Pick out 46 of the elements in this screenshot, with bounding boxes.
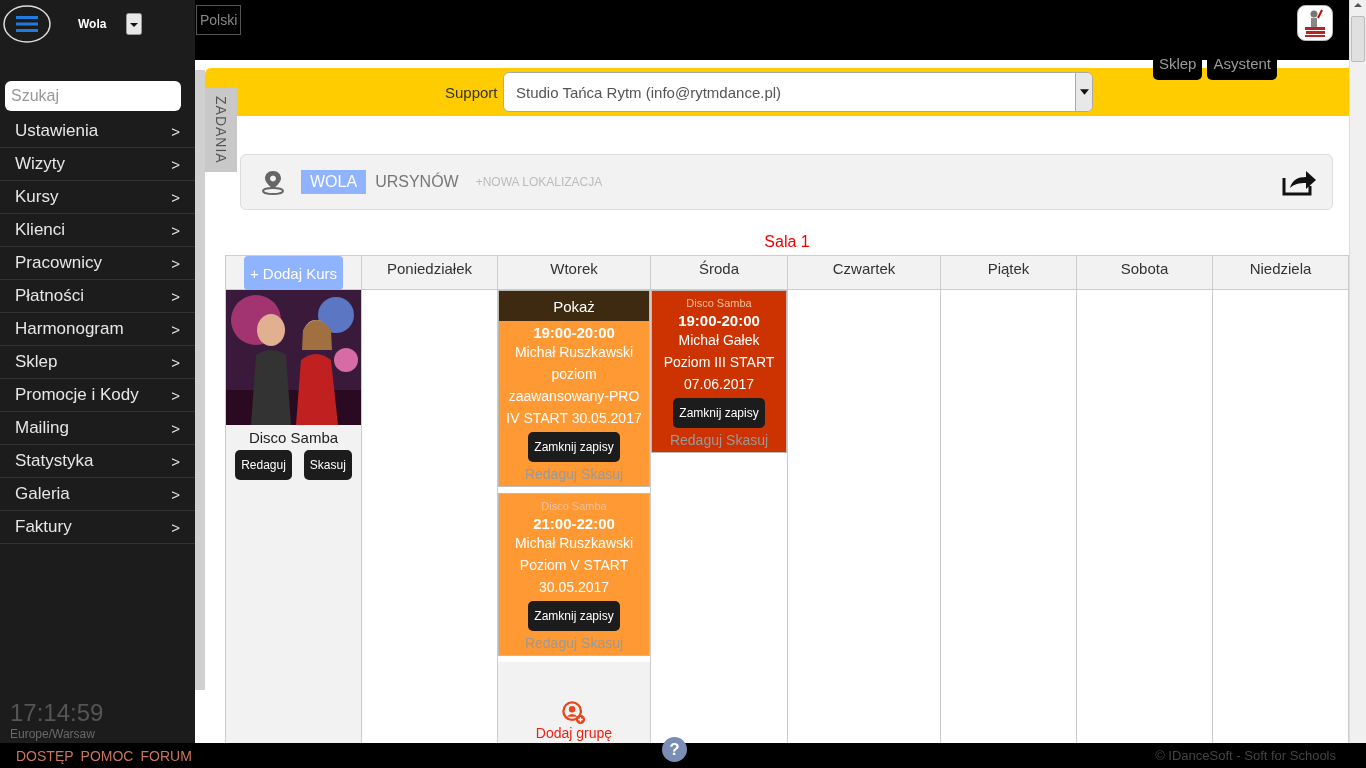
close-enrollment-button[interactable]: Zamknij zapisy: [528, 601, 620, 631]
scroll-thumb[interactable]: [1351, 16, 1365, 62]
course-button[interactable]: Redaguj: [235, 450, 292, 480]
dropdown-icon[interactable]: [126, 13, 142, 35]
logo-icon[interactable]: [1297, 5, 1333, 41]
location-pin-icon: [261, 169, 285, 195]
copyright: © IDanceSoft - Soft for Schools: [1155, 748, 1336, 763]
class-time: 21:00-22:00: [533, 515, 615, 532]
class-time: 19:00-20:00: [678, 312, 760, 329]
add-person-icon[interactable]: [562, 701, 586, 725]
footer-link[interactable]: POMOC: [80, 747, 134, 764]
support-select[interactable]: Studio Tańca Rytm (info@rytmdance.pl): [503, 72, 1093, 112]
day-header: Sobota: [1120, 260, 1169, 279]
clock: 17:14:59: [9, 699, 105, 727]
side-tab[interactable]: ZADANIA: [205, 88, 237, 172]
language-button[interactable]: Polski: [196, 5, 242, 35]
scrollbar[interactable]: [1349, 0, 1366, 743]
close-enrollment-button[interactable]: Zamknij zapisy: [528, 432, 620, 462]
class-time: 19:00-20:00: [533, 324, 615, 341]
course-name: Disco Samba: [248, 429, 339, 446]
close-enrollment-button[interactable]: Zamknij zapisy: [673, 398, 765, 428]
timezone: Europe/Warsaw: [9, 727, 96, 743]
course-button[interactable]: Skasuj: [303, 450, 352, 480]
footer-link[interactable]: FORUM: [140, 747, 192, 764]
day-header: Środa: [699, 260, 739, 279]
class-details: Michał Gałek Poziom III START 07.06.2017: [662, 331, 776, 394]
share-icon[interactable]: [1282, 168, 1318, 196]
location-name: Wola: [78, 17, 108, 31]
room-title: Sala 1: [763, 233, 811, 252]
day-header: Wtorek: [550, 260, 598, 279]
menu-icon[interactable]: [2, 4, 52, 44]
day-header: Niedziela: [1249, 260, 1312, 279]
location-tab[interactable]: URSYNÓW: [366, 170, 468, 194]
show-overlay[interactable]: Pokaż: [499, 291, 649, 321]
footer-link[interactable]: DOSTĘP: [16, 747, 74, 764]
day-header: Poniedziałek: [386, 260, 473, 279]
search-field[interactable]: Szukaj: [5, 81, 181, 111]
class-course: Disco Samba: [686, 297, 752, 309]
support-label: Support: [445, 83, 499, 101]
class-details: Michał Ruszkawski Poziom V START 30.05.2017: [513, 534, 635, 597]
day-header: Czwartek: [832, 260, 896, 279]
caret-icon[interactable]: [1079, 89, 1089, 95]
class-course: Disco Samba: [541, 500, 607, 512]
day-header: Piątek: [987, 260, 1030, 279]
class-details: Michał Ruszkawski poziom zaawansowany-PRO IV START 30.05.2017: [505, 343, 643, 428]
add-group-link[interactable]: Dodaj grupę: [535, 725, 613, 741]
